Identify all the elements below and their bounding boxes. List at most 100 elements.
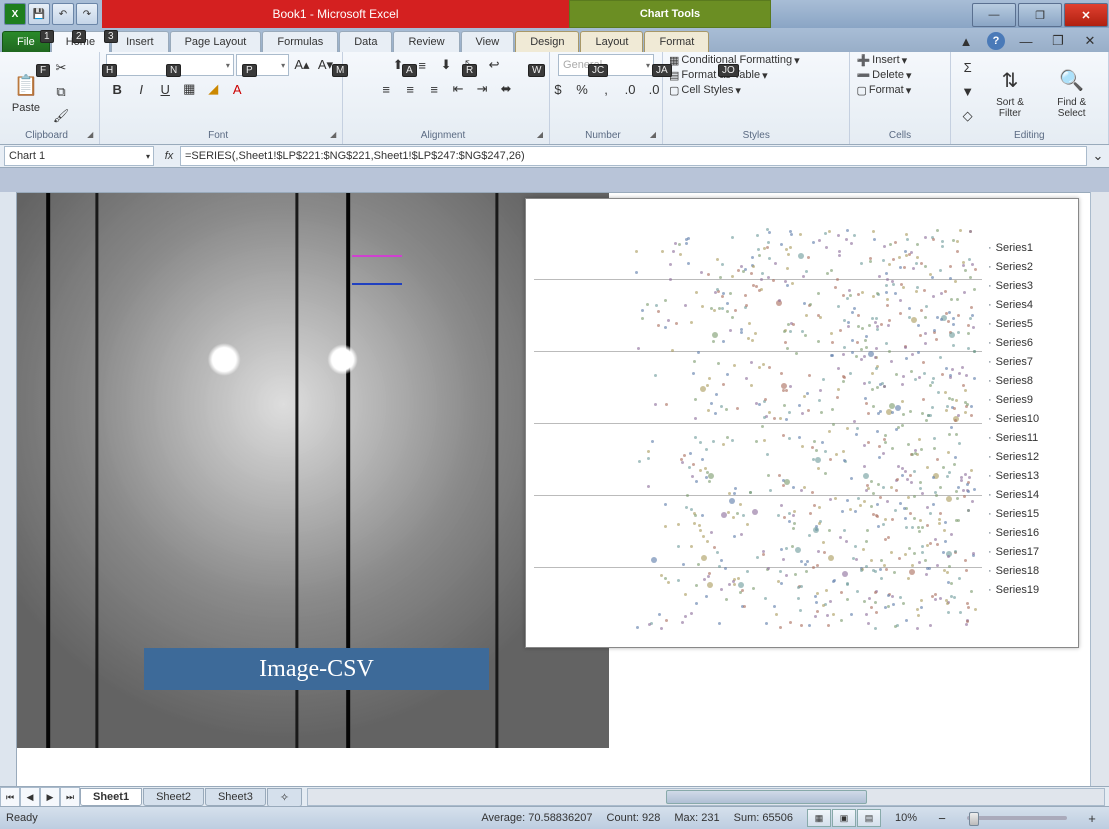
cell-styles-button[interactable]: ▢ Cell Styles ▾ [669,84,741,97]
fx-icon[interactable]: fx [158,150,180,162]
tab-nav-prev[interactable]: ◀ [20,787,40,807]
chart-object[interactable]: Series1Series2Series3Series4Series5Serie… [525,198,1079,648]
maximize-button[interactable]: ❐ [1018,3,1062,27]
legend-item[interactable]: Series11 [988,429,1074,448]
fill-icon[interactable]: ▼ [957,81,979,103]
legend-item[interactable]: Series15 [988,505,1074,524]
legend-item[interactable]: Series2 [988,258,1074,277]
tab-formulas[interactable]: Formulas [262,31,338,52]
view-page-break-icon[interactable]: ▤ [857,809,881,827]
legend-item[interactable]: Series5 [988,315,1074,334]
view-page-layout-icon[interactable]: ▣ [832,809,856,827]
clear-icon[interactable]: ◇ [957,105,979,127]
view-normal-icon[interactable]: ▦ [807,809,831,827]
copy-icon[interactable]: ⧉ [50,81,72,103]
legend-item[interactable]: Series16 [988,524,1074,543]
decrease-decimal-icon[interactable]: .0 [643,78,665,100]
align-bottom-icon[interactable]: ⬇ [435,54,457,76]
fill-color-icon[interactable]: ◢ [202,78,224,100]
tab-layout[interactable]: Layout [580,31,643,52]
series-handle-blue[interactable] [352,283,402,285]
tab-nav-last[interactable]: ⏭ [60,787,80,807]
tab-insert[interactable]: Insert [111,31,169,52]
align-left-icon[interactable]: ≡ [375,78,397,100]
legend-item[interactable]: Series17 [988,543,1074,562]
dialog-launcher-icon[interactable]: ◢ [650,130,656,139]
name-box[interactable]: Chart 1 [4,146,154,166]
align-center-icon[interactable]: ≡ [399,78,421,100]
tab-format[interactable]: Format [644,31,709,52]
tab-review[interactable]: Review [393,31,459,52]
insert-cells-button[interactable]: ➕ Insert ▾ [856,54,907,67]
percent-icon[interactable]: % [571,78,593,100]
font-color-icon[interactable]: A [226,78,248,100]
tab-page-layout[interactable]: Page Layout [170,31,262,52]
legend-item[interactable]: Series10 [988,410,1074,429]
grow-font-icon[interactable]: A▴ [291,54,313,76]
horizontal-scrollbar[interactable] [307,788,1105,806]
zoom-level[interactable]: 10% [895,812,917,824]
legend-item[interactable]: Series3 [988,277,1074,296]
sheet-tab-1[interactable]: Sheet1 [80,788,142,806]
legend-item[interactable]: Series9 [988,391,1074,410]
chart-legend[interactable]: Series1Series2Series3Series4Series5Serie… [988,239,1074,600]
legend-item[interactable]: Series4 [988,296,1074,315]
excel-icon[interactable]: X [4,3,26,25]
borders-icon[interactable]: ▦ [178,78,200,100]
italic-button[interactable]: I [130,78,152,100]
bold-button[interactable]: B [106,78,128,100]
find-select-button[interactable]: 🔍 Find & Select [1041,61,1102,123]
minimize-button[interactable]: — [972,3,1016,27]
legend-item[interactable]: Series13 [988,467,1074,486]
doc-restore-icon[interactable]: ❐ [1047,30,1069,52]
tab-data[interactable]: Data [339,31,392,52]
doc-close-icon[interactable]: ✕ [1079,30,1101,52]
tab-design[interactable]: Design [515,31,579,52]
format-cells-button[interactable]: ▢ Format ▾ [856,84,911,97]
comma-icon[interactable]: , [595,78,617,100]
expand-formula-bar-icon[interactable]: ⌄ [1087,145,1109,167]
legend-item[interactable]: Series6 [988,334,1074,353]
zoom-slider[interactable] [967,816,1067,820]
scrollbar-thumb[interactable] [666,790,867,804]
increase-decimal-icon[interactable]: .0 [619,78,641,100]
dialog-launcher-icon[interactable]: ◢ [537,130,543,139]
wrap-text-icon[interactable]: ↩ [483,54,505,76]
chart-plot-area[interactable] [534,207,982,639]
legend-item[interactable]: Series14 [988,486,1074,505]
align-right-icon[interactable]: ≡ [423,78,445,100]
legend-item[interactable]: Series18 [988,562,1074,581]
sort-filter-button[interactable]: ⇅ Sort & Filter [983,61,1038,123]
legend-item[interactable]: Series1 [988,239,1074,258]
autosum-icon[interactable]: Σ [957,57,979,79]
minimize-ribbon-icon[interactable]: ▲ [955,30,977,52]
vertical-scrollbar[interactable] [1090,192,1109,787]
worksheet-area[interactable]: Image-CSV Series1Series2Series3Series4Se… [16,192,1091,787]
delete-cells-button[interactable]: ➖ Delete ▾ [856,69,911,82]
zoom-out-icon[interactable]: − [931,807,953,829]
legend-item[interactable]: Series7 [988,353,1074,372]
legend-item[interactable]: Series12 [988,448,1074,467]
legend-item[interactable]: Series8 [988,372,1074,391]
help-icon[interactable]: ? [987,32,1005,50]
tab-view[interactable]: View [461,31,515,52]
sheet-tab-2[interactable]: Sheet2 [143,788,204,806]
dialog-launcher-icon[interactable]: ◢ [87,130,93,139]
sheet-tab-3[interactable]: Sheet3 [205,788,266,806]
doc-minimize-icon[interactable]: — [1015,30,1037,52]
qat-save-icon[interactable]: 💾 [28,3,50,25]
merge-center-icon[interactable]: ⬌ [495,78,517,100]
legend-item[interactable]: Series19 [988,581,1074,600]
close-button[interactable]: ✕ [1064,3,1108,27]
qat-undo-icon[interactable]: ↶ [52,3,74,25]
currency-icon[interactable]: $ [547,78,569,100]
tab-nav-first[interactable]: ⏮ [0,787,20,807]
new-sheet-button[interactable]: ✧ [267,788,302,807]
qat-redo-icon[interactable]: ↷ [76,3,98,25]
underline-button[interactable]: U [154,78,176,100]
format-painter-icon[interactable]: 🖌 [50,105,72,127]
cut-icon[interactable]: ✂ [50,57,72,79]
dialog-launcher-icon[interactable]: ◢ [330,130,336,139]
increase-indent-icon[interactable]: ⇥ [471,78,493,100]
tab-nav-next[interactable]: ▶ [40,787,60,807]
